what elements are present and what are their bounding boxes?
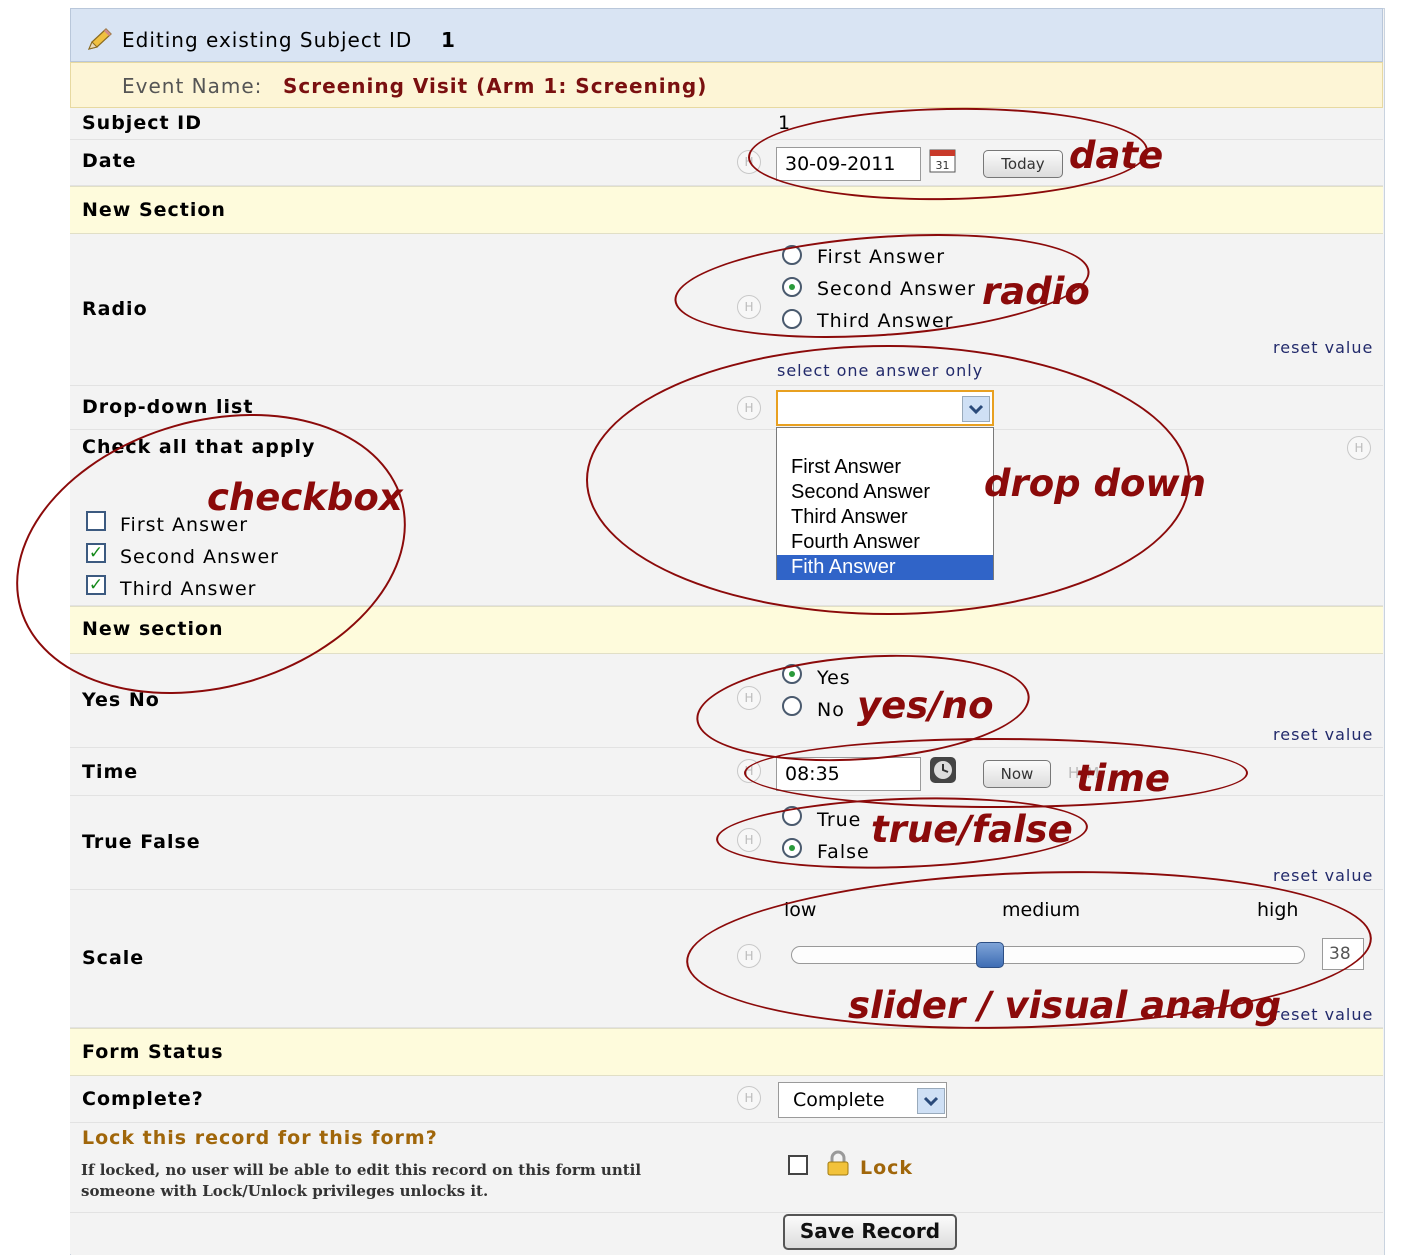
- help-h-icon[interactable]: H: [737, 1086, 761, 1110]
- section-3-title: Form Status: [82, 1041, 224, 1063]
- section-header-3: [70, 1028, 1383, 1076]
- truefalse-reset-link[interactable]: reset value: [1273, 866, 1373, 885]
- lock-icon: [824, 1149, 852, 1181]
- scale-reset-link[interactable]: reset value: [1273, 1005, 1373, 1024]
- help-h-icon[interactable]: H: [1347, 436, 1371, 460]
- row-date: [70, 140, 1383, 186]
- date-label: Date: [82, 150, 137, 172]
- lock-description-1: If locked, no user will be able to edit …: [81, 1161, 642, 1179]
- pencil-icon: [86, 27, 114, 57]
- annotation-yesno: yes/no: [857, 684, 994, 727]
- complete-label: Complete?: [82, 1088, 204, 1110]
- annotation-date: date: [1069, 134, 1164, 177]
- annotation-radio: radio: [982, 270, 1090, 313]
- annotation-dropdown: drop down: [984, 462, 1206, 505]
- header-edit-text: Editing existing Subject ID: [122, 28, 413, 52]
- row-subject-id: [70, 108, 1383, 140]
- lock-title: Lock this record for this form?: [82, 1127, 438, 1149]
- annotation-checkbox: checkbox: [207, 476, 403, 519]
- lock-checkbox[interactable]: [788, 1155, 808, 1175]
- annotation-time: time: [1076, 757, 1171, 800]
- chevron-down-icon[interactable]: [917, 1088, 945, 1114]
- section-header-1: [70, 186, 1383, 234]
- save-record-button[interactable]: Save Record: [783, 1214, 957, 1250]
- header-subject-number: 1: [441, 28, 456, 52]
- event-label: Event Name:: [122, 74, 263, 98]
- row-complete: [70, 1076, 1383, 1123]
- yesno-reset-link[interactable]: reset value: [1273, 725, 1373, 744]
- subject-id-label: Subject ID: [82, 112, 203, 134]
- event-value: Screening Visit (Arm 1: Screening): [283, 74, 708, 98]
- radio-label: Radio: [82, 298, 148, 320]
- truefalse-label: True False: [82, 831, 201, 853]
- annotation-ellipse-time: [744, 738, 1248, 808]
- annotation-truefalse: true/false: [871, 808, 1073, 851]
- lock-description-2: someone with Lock/Unlock privileges unlo…: [81, 1182, 489, 1200]
- radio-reset-link[interactable]: reset value: [1273, 338, 1373, 357]
- lock-label: Lock: [860, 1157, 914, 1179]
- section-1-title: New Section: [82, 199, 226, 221]
- time-label: Time: [82, 761, 139, 783]
- annotation-slider: slider / visual analog: [848, 984, 1282, 1027]
- event-bar: [70, 62, 1383, 108]
- row-save: [70, 1213, 1383, 1254]
- scale-label: Scale: [82, 947, 145, 969]
